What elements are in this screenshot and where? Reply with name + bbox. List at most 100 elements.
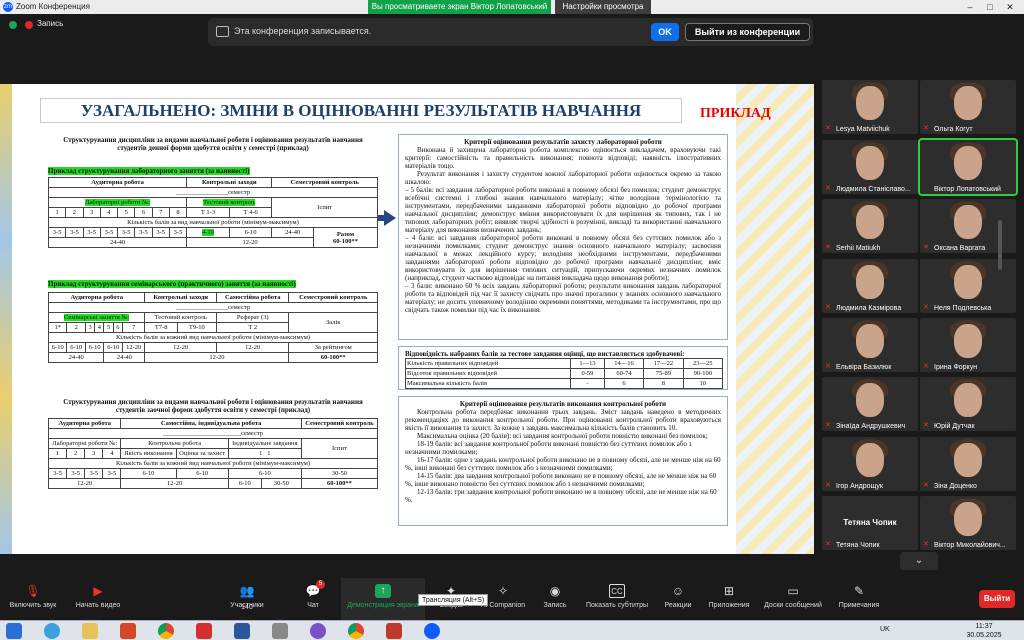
muted-mic-icon: ✕ (825, 304, 831, 311)
table-cell: Контрольна робота (120, 438, 229, 449)
gallery-scrollbar[interactable] (998, 220, 1002, 270)
table-cell: ________________________семестр (48, 428, 378, 439)
zoom-logo-icon: zm (3, 2, 13, 12)
chrome-2-icon[interactable] (348, 623, 364, 639)
maximize-icon[interactable]: □ (980, 0, 1000, 14)
table-cell: 12-20 (120, 478, 229, 489)
table-cell: 6-10 (103, 342, 123, 353)
clock-time: 11:37 (975, 623, 993, 630)
window-title: Zoom Конференция (16, 2, 90, 11)
view-options-button[interactable]: Настройки просмотра (555, 0, 651, 14)
chat-button[interactable]: 💬 5 Чат (298, 578, 328, 620)
file-explorer-icon[interactable] (82, 623, 98, 639)
participant-tile[interactable]: ✕ Ельвіра Базилюк (822, 318, 918, 372)
table-cell: 23—25 (682, 358, 724, 369)
language-indicator[interactable]: UK (880, 626, 890, 633)
participant-tile[interactable]: Тетяна Чопик ✕ Тетяна Чопик (822, 496, 918, 550)
whiteboards-button[interactable]: ▭ Доски сообщений (760, 578, 826, 620)
table-cell: Кількість балів за кожний вид навчальної… (48, 458, 378, 469)
share-tooltip: Трансляция (Alt+S) (418, 594, 489, 606)
zoom-taskbar-icon[interactable] (424, 623, 440, 639)
t1-h3: Семестровий контроль (271, 177, 378, 188)
leave-meeting-button[interactable]: Выйти из конференции (685, 23, 810, 41)
clock[interactable]: 11:37 30.05.2025 (958, 622, 1010, 640)
muted-mic-icon: ✕ (923, 125, 929, 132)
paint-icon[interactable] (386, 623, 402, 639)
muted-mic-icon: ✕ (923, 482, 929, 489)
powerpoint-icon[interactable] (120, 623, 136, 639)
table-cell: 1 (47, 448, 68, 459)
participant-tile[interactable]: ✕ Ірина Форкун (920, 318, 1016, 372)
acrobat-icon[interactable] (196, 623, 212, 639)
ie-browser-icon[interactable] (44, 623, 60, 639)
participant-tile[interactable]: ✕ Serhii Matiukh (822, 199, 918, 253)
participants-button[interactable]: 👥140 Участники (222, 578, 272, 620)
table-cell: 6 (603, 378, 645, 389)
left-heading-1: Структурування дисципліни за видами навч… (63, 136, 363, 152)
muted-mic-icon: ✕ (825, 422, 831, 429)
table-cell: Лабораторні роботи №: (47, 197, 188, 208)
chat-badge: 5 (316, 580, 325, 589)
start-video-button[interactable]: ▶ Начать видео (70, 578, 126, 620)
unmute-button[interactable]: 🎙 Включить звук (4, 578, 62, 620)
t1-tests: Тестовий контроль (203, 199, 256, 206)
start-icon[interactable] (6, 623, 22, 639)
viber-icon[interactable] (310, 623, 326, 639)
reactions-button[interactable]: ☺ Реакции (660, 578, 696, 620)
lab-criteria-p4: – 4 бали: всі завдання лабораторної робо… (405, 234, 721, 282)
table-cell: 3-5 (102, 468, 122, 479)
participant-tile[interactable]: Віктор Лопатовський (918, 138, 1018, 196)
pen-tablet-icon[interactable] (272, 623, 288, 639)
table-cell: 3-5 (65, 227, 84, 238)
word-icon[interactable] (234, 623, 250, 639)
seminar-subtitle: Приклад структурування семінарського (пр… (48, 280, 378, 288)
participant-tile[interactable]: ✕ Lesya Matviichuk (822, 80, 918, 134)
ai-sparkle-icon: ✧ (497, 584, 509, 598)
participant-tile[interactable]: ✕ Зінаїда Андрушкевич (822, 377, 918, 431)
t1-credit: Іспит (271, 197, 378, 218)
seminar-table: Аудиторна робота Контрольні заходи Самості… (47, 292, 378, 363)
captions-button[interactable]: CC Показать субтитры (582, 578, 652, 620)
chat-label: Чат (307, 602, 319, 609)
lab-table: Аудиторна робота Контрольні заходи Семестр… (47, 177, 378, 248)
table-cell: 60-100** (300, 478, 379, 489)
ok-button[interactable]: OK (651, 23, 679, 41)
participant-tile[interactable]: ✕ Зіна Доценко (920, 437, 1016, 491)
t1-total-label: Разом (336, 230, 355, 238)
table-cell-text: 1 (267, 450, 271, 457)
table-cell: 1—13 (570, 358, 605, 369)
share-screen-button[interactable]: ↑ Демонстрация экрана (341, 578, 425, 620)
table-cell: 12-20 (144, 342, 217, 353)
participant-tile[interactable]: ✕ Ігор Андрощук (822, 437, 918, 491)
table-cell: 2 (65, 207, 84, 218)
table-cell: 30-50 (260, 478, 302, 489)
lab-criteria-p2: Результат виконання і захисту студентом … (405, 170, 721, 186)
recording-label[interactable]: Запись (37, 19, 63, 28)
reactions-icon: ☺ (671, 584, 685, 598)
participant-tile[interactable]: ✕ Віктор Миколайович... (920, 496, 1016, 550)
end-meeting-button[interactable]: Выйти (979, 590, 1015, 608)
chevron-down-icon[interactable]: ⌄ (900, 552, 938, 570)
apps-button[interactable]: ⊞ Приложения (706, 578, 752, 620)
close-icon[interactable]: ✕ (1000, 0, 1020, 14)
participant-tile[interactable]: ✕ Юрій Дутчак (920, 377, 1016, 431)
participant-name: Неля Подлевська (934, 305, 992, 312)
shield-icon[interactable] (9, 21, 17, 29)
chrome-icon[interactable] (158, 623, 174, 639)
participant-name: Serhii Matiukh (836, 245, 881, 252)
participant-tile[interactable]: ✕ Людмила Казмірова (822, 259, 918, 313)
apps-label: Приложения (708, 602, 750, 609)
participant-tile[interactable]: ✕ Ольга Когут (920, 80, 1016, 134)
shared-screen: УЗАГАЛЬНЕНО: ЗМІНИ В ОЦІНЮВАННІ РЕЗУЛЬТА… (0, 84, 814, 554)
record-button[interactable]: ◉ Запись (538, 578, 572, 620)
record-label: Запись (543, 602, 567, 609)
notes-button[interactable]: ✎ Примечания (834, 578, 884, 620)
control-criteria-p3: 18-19 балів: всі завдання контрольної ро… (405, 440, 692, 456)
participant-face (856, 146, 884, 180)
participant-tile[interactable]: ✕ Людмила Станіславо... (822, 140, 918, 194)
participant-face (856, 205, 884, 239)
minimize-icon[interactable]: – (960, 0, 980, 14)
t1-sem: ________________семестр (48, 187, 378, 198)
table-cell-text: Семінарські заняття №: (64, 314, 130, 321)
notes-icon: ✎ (853, 584, 865, 598)
